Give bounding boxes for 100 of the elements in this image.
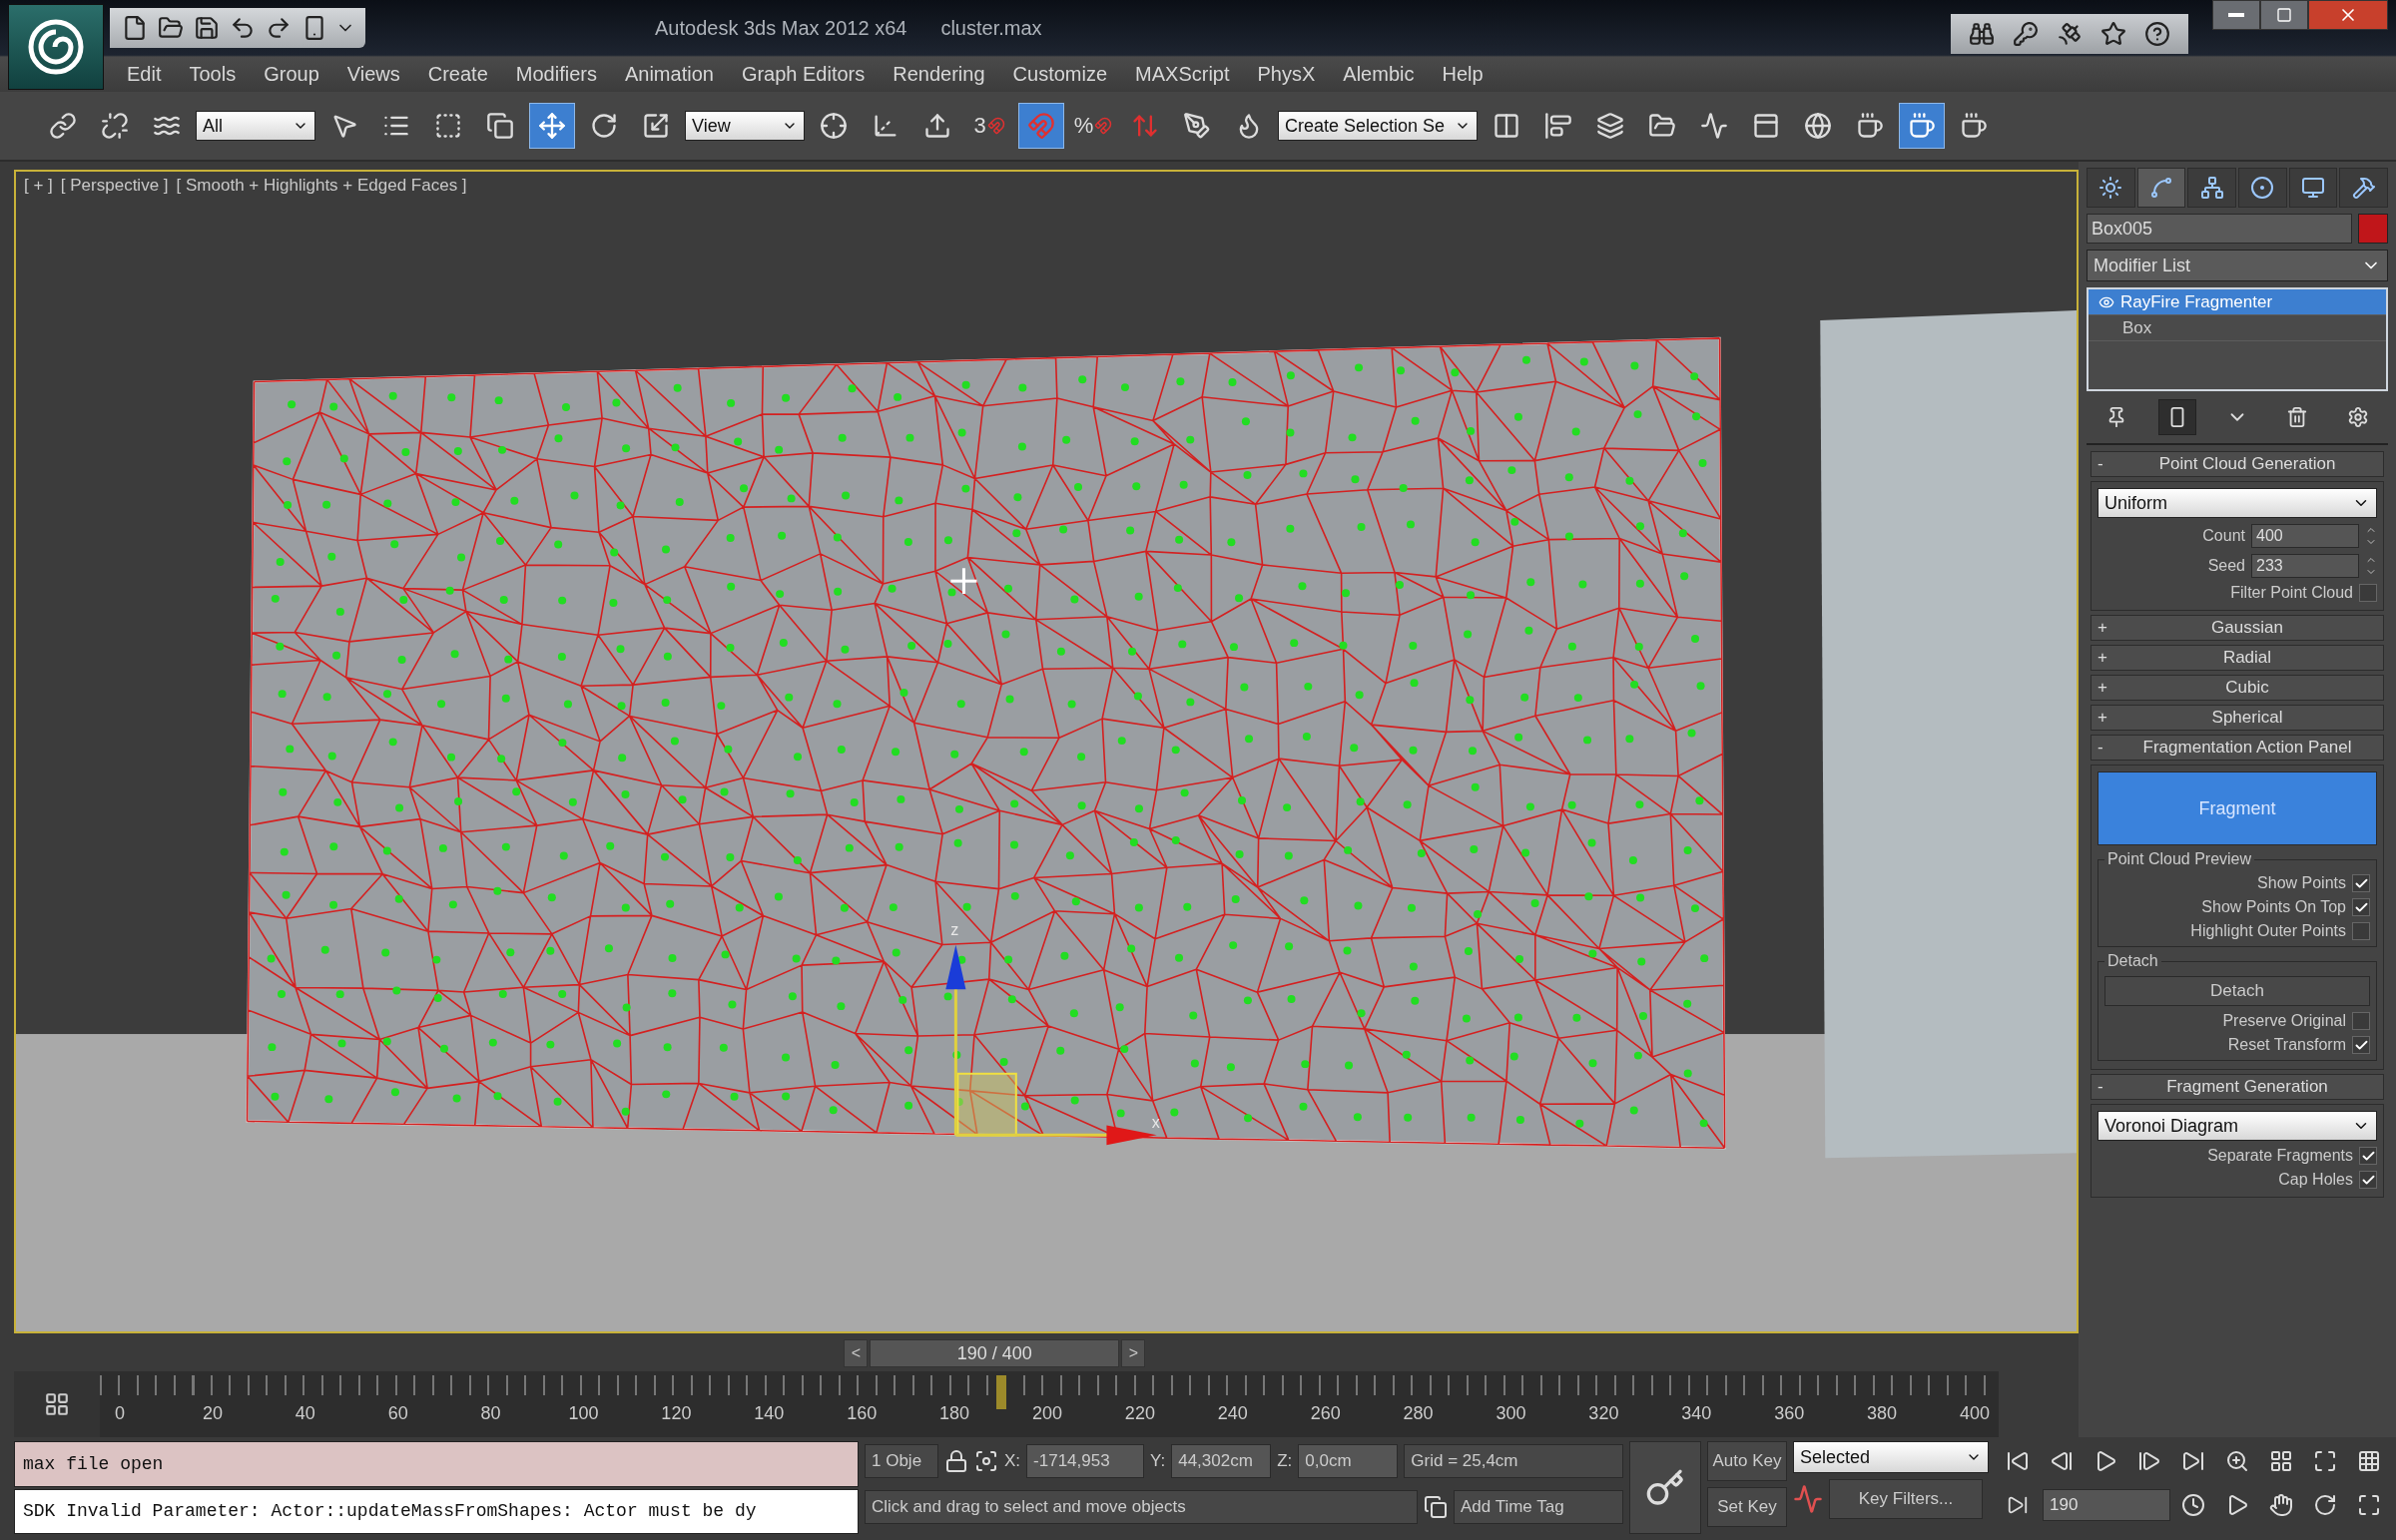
modifier-stack-item[interactable]: Box <box>2089 315 2386 341</box>
track-bar[interactable]: 0 20 40 60 80 100 120 140 160 180 200 220 240 260 280 300 320 340 360 380 400 <box>100 1371 1999 1437</box>
key-filters-button[interactable]: Key Filters... <box>1829 1479 1983 1519</box>
toolbar-button[interactable] <box>1899 103 1945 149</box>
toolbar-dropdown[interactable]: View <box>685 111 805 141</box>
current-frame-marker[interactable] <box>995 1375 1006 1409</box>
close-button[interactable] <box>2308 0 2388 30</box>
monitor-icon <box>2301 176 2325 200</box>
modifier-list-dropdown[interactable]: Modifier List <box>2087 250 2388 281</box>
viewport-label[interactable]: [ Perspective ] <box>60 176 169 196</box>
menu-item[interactable]: MAXScript <box>1124 58 1241 90</box>
maximize-button[interactable] <box>2260 0 2308 30</box>
rollout-header[interactable]: + Radial <box>2091 645 2384 671</box>
key-mode-dropdown[interactable]: Selected <box>1793 1441 1989 1473</box>
menu-item[interactable]: PhysX <box>1246 58 1327 90</box>
toggle-sign: + <box>2097 618 2108 638</box>
stack-tool-button[interactable] <box>2157 399 2196 435</box>
panel-tab[interactable] <box>2288 168 2338 208</box>
number-field[interactable]: 233 <box>2251 554 2359 578</box>
viewport-label[interactable]: [ Smooth + Highlights + Edged Faces ] <box>176 176 467 196</box>
menu-item[interactable]: Graph Editors <box>730 58 877 90</box>
menu-item[interactable]: Create <box>416 58 499 90</box>
key-step-icon <box>2007 1494 2029 1516</box>
minimize-icon <box>2228 13 2244 17</box>
toolbar-button[interactable]: 3 <box>966 103 1012 149</box>
object-name-field[interactable]: Box005 <box>2087 214 2352 244</box>
frame-tick-label: 400 <box>1960 1403 1990 1424</box>
object-color-swatch[interactable] <box>2358 214 2388 244</box>
frame-tick-label: 300 <box>1496 1403 1526 1424</box>
transform-mode-icon <box>974 1449 998 1473</box>
frame-tick-label: 200 <box>1032 1403 1062 1424</box>
menu-item[interactable]: Views <box>335 58 411 90</box>
z-coordinate-field[interactable]: 0,0cm <box>1298 1444 1399 1478</box>
rollout-header[interactable]: + Cubic <box>2091 675 2384 701</box>
current-frame-field[interactable]: 190 <box>2043 1489 2170 1521</box>
menu-item[interactable]: Customize <box>1001 58 1119 90</box>
toolbar-dropdown[interactable]: All <box>196 111 315 141</box>
star-icon <box>2100 21 2126 47</box>
scale-icon <box>642 112 670 140</box>
application-button[interactable] <box>8 4 104 90</box>
previous-frame-button[interactable]: < <box>844 1339 869 1367</box>
checkbox[interactable] <box>2359 1147 2377 1165</box>
modifier-stack-item[interactable]: RayFire Fragmenter <box>2089 289 2386 315</box>
menu-item[interactable]: Modifiers <box>504 58 608 90</box>
menu-item[interactable]: Help <box>1431 58 1495 90</box>
folder-icon <box>158 15 184 41</box>
menu-item[interactable]: Edit <box>116 58 173 90</box>
rollout-header[interactable]: - Fragmentation Action Panel <box>2091 735 2384 761</box>
perspective-viewport[interactable]: z x [ + ] [ Perspective ] [ Smooth + Highlights + Edged Faces ] <box>14 170 2079 1333</box>
time-slider-track[interactable]: < 190 / 400 > <box>14 1337 2079 1367</box>
rollout-header[interactable]: + Spherical <box>2091 705 2384 731</box>
rollout-header[interactable]: - Fragment Generation <box>2091 1074 2384 1100</box>
add-time-tag-button[interactable]: Add Time Tag <box>1454 1490 1623 1524</box>
grid-size-readout: Grid = 25,4cm <box>1404 1444 1623 1478</box>
save-icon <box>194 15 220 41</box>
frame-tick-label: 340 <box>1681 1403 1712 1424</box>
menu-item[interactable]: Animation <box>613 58 725 90</box>
type-dropdown[interactable]: Voronoi Diagram <box>2097 1111 2377 1141</box>
info-center-button[interactable] <box>2142 19 2172 49</box>
panel-tab[interactable] <box>2339 168 2389 208</box>
x-coordinate-field[interactable]: -1714,953 <box>1026 1444 1145 1478</box>
toolbar-button[interactable] <box>529 103 575 149</box>
y-coordinate-field[interactable]: 44,302cm <box>1171 1444 1272 1478</box>
menu-item[interactable]: Group <box>253 58 330 90</box>
axis-label: z <box>950 920 959 938</box>
checkbox[interactable] <box>2359 584 2377 602</box>
set-keys-button[interactable] <box>1629 1441 1701 1534</box>
window-icon <box>1424 1495 1448 1519</box>
redo-icon <box>266 15 292 41</box>
viewport-label[interactable]: [ + ] <box>24 176 53 196</box>
info-center-button[interactable] <box>2011 19 2041 49</box>
type-dropdown[interactable]: Uniform <box>2097 488 2377 518</box>
auto-key-button[interactable]: Auto Key <box>1707 1441 1787 1481</box>
layout-icon <box>2357 1449 2381 1473</box>
checkbox[interactable] <box>2359 1171 2377 1189</box>
checkbox[interactable] <box>2352 1012 2370 1030</box>
checkbox[interactable] <box>2352 874 2370 892</box>
number-field[interactable]: 400 <box>2251 524 2359 548</box>
minimize-button[interactable] <box>2212 0 2260 30</box>
next-frame-button[interactable]: > <box>1121 1339 1146 1367</box>
frame-tick-label: 220 <box>1124 1403 1155 1424</box>
panel-tab[interactable] <box>2136 168 2186 208</box>
rollout-header[interactable]: - Point Cloud Generation <box>2091 451 2384 477</box>
set-key-button[interactable]: Set Key <box>1707 1487 1787 1527</box>
checkbox[interactable] <box>2352 922 2370 940</box>
rollout-header[interactable]: + Gaussian <box>2091 615 2384 641</box>
detach-button[interactable]: Detach <box>2104 976 2370 1006</box>
menu-item[interactable]: Tools <box>178 58 248 90</box>
toolbar-dropdown[interactable]: Create Selection Se <box>1278 111 1478 141</box>
menu-item[interactable]: Rendering <box>882 58 996 90</box>
checkbox[interactable] <box>2352 1036 2370 1054</box>
menu-item[interactable]: Alembic <box>1332 58 1426 90</box>
panel-tab[interactable] <box>2087 168 2135 208</box>
frame-tick-label: 40 <box>295 1403 315 1424</box>
hammer-icon <box>2351 176 2376 200</box>
time-slider-thumb[interactable]: 190 / 400 <box>870 1339 1120 1367</box>
panel-tab[interactable] <box>2187 168 2236 208</box>
toolbar-button[interactable]: % <box>1070 103 1116 149</box>
checkbox[interactable] <box>2352 898 2370 916</box>
panel-tab[interactable] <box>2238 168 2287 208</box>
